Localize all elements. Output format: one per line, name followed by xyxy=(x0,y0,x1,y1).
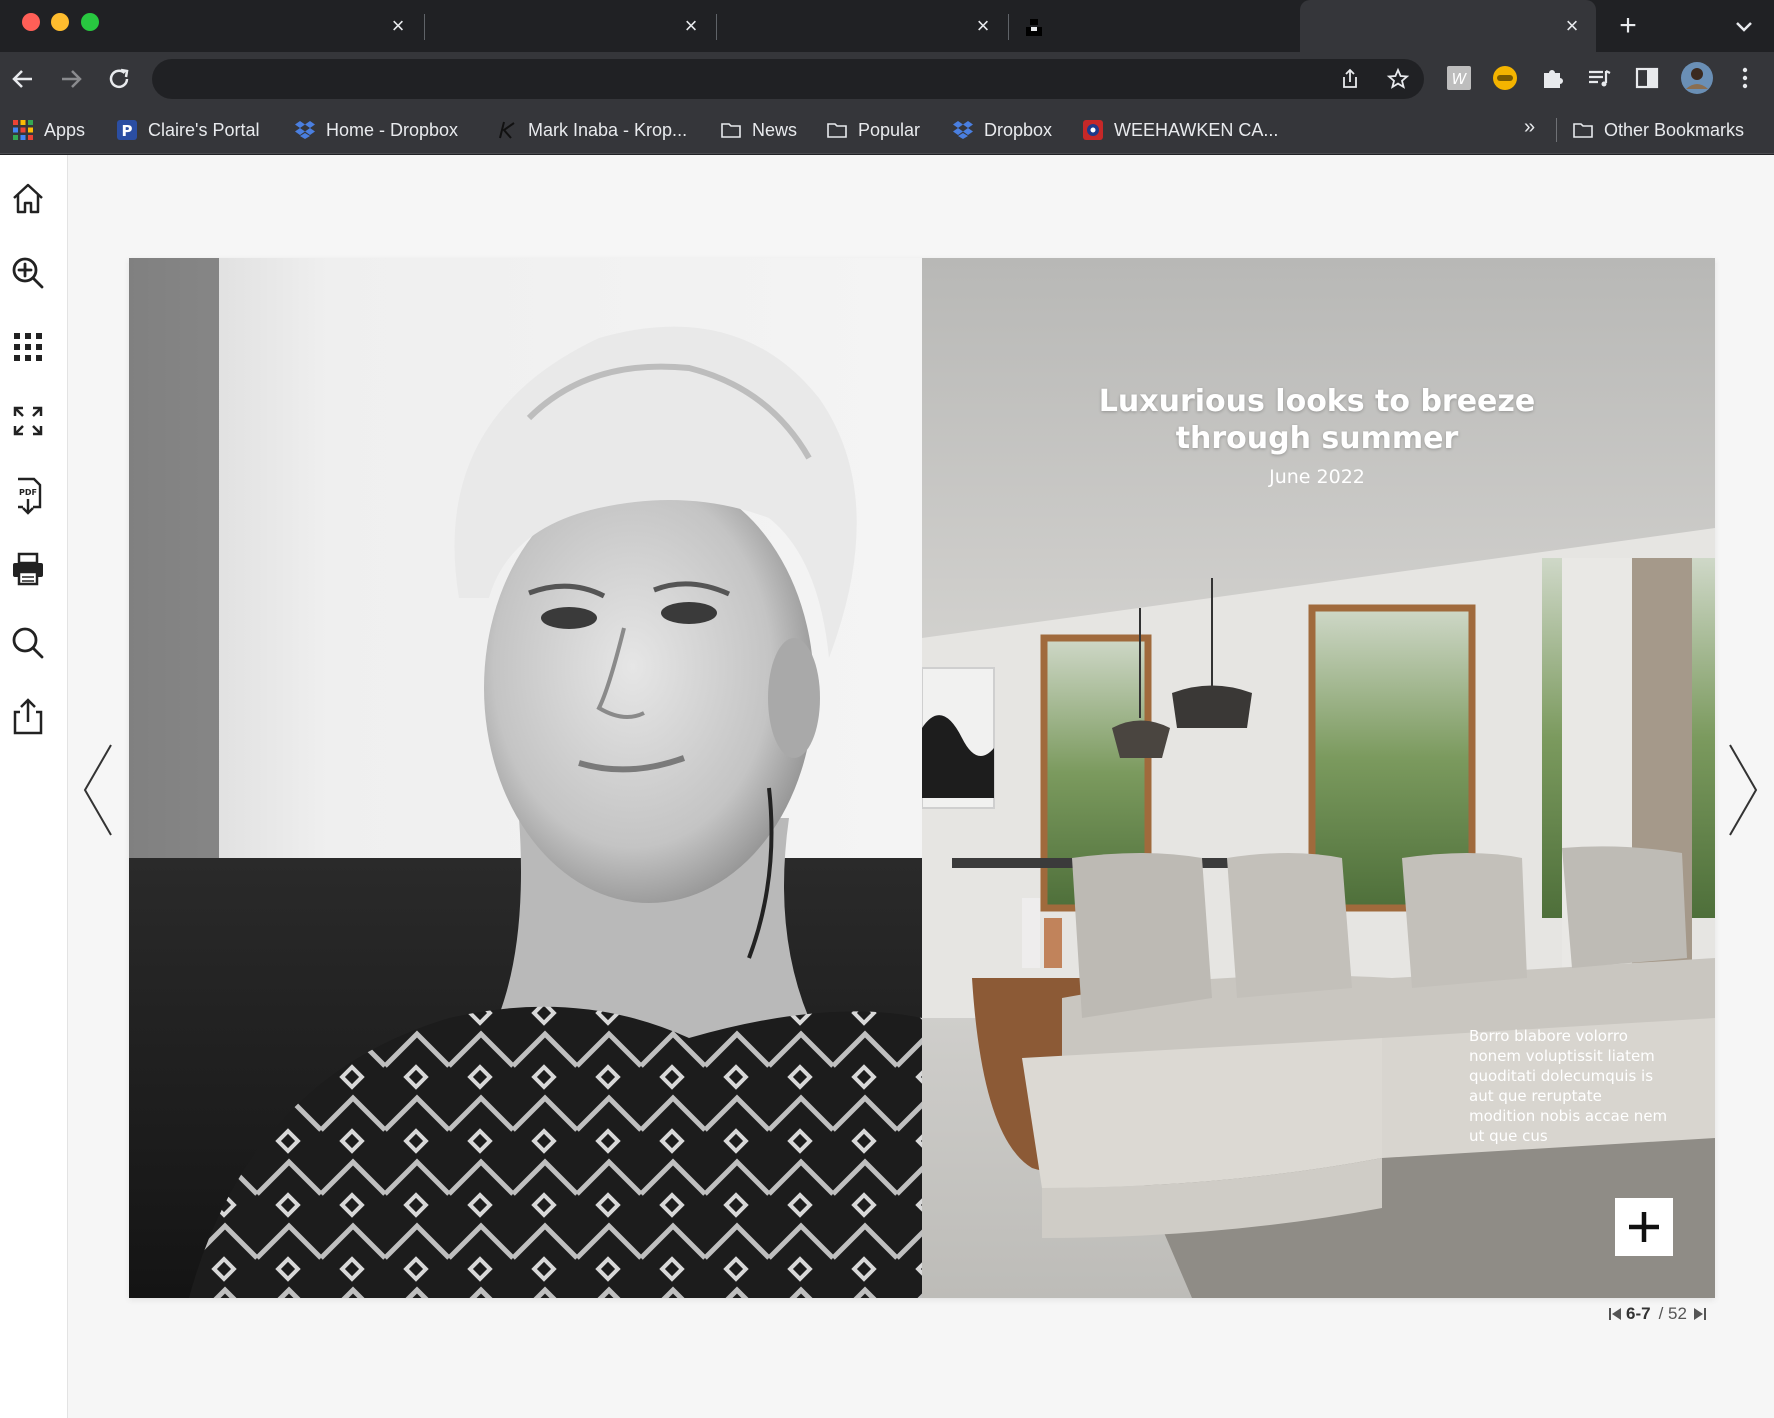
maximize-window-button[interactable] xyxy=(81,13,99,31)
side-panel-icon[interactable] xyxy=(1632,63,1662,93)
page-7-interior[interactable]: Luxurious looks to breeze through summer… xyxy=(922,258,1715,1298)
tab-close-icon[interactable]: × xyxy=(971,14,995,38)
current-pages: 6-7 xyxy=(1626,1304,1651,1323)
expand-plus-button[interactable] xyxy=(1615,1198,1673,1256)
bookmark-home-dropbox[interactable]: Home - Dropbox xyxy=(294,117,458,143)
home-button[interactable] xyxy=(6,177,50,221)
bookmark-label: Home - Dropbox xyxy=(326,119,459,140)
reader-toolbar: PDF xyxy=(0,155,68,1418)
bookmarks-overflow-button[interactable]: » xyxy=(1524,116,1535,139)
folder-icon xyxy=(1573,123,1593,138)
bookmark-mark-inaba[interactable]: Mark Inaba - Krop... xyxy=(496,117,687,143)
flipbook-stage: Luxurious looks to breeze through summer… xyxy=(68,155,1774,1418)
bookmark-apps[interactable]: Apps xyxy=(12,117,85,143)
article-date: June 2022 xyxy=(1269,466,1365,488)
password-key-extension-icon[interactable] xyxy=(1490,63,1520,93)
bookmark-star-icon[interactable] xyxy=(1386,67,1410,91)
bookmark-label: WEEHAWKEN CA... xyxy=(1114,119,1279,140)
tab-5-active[interactable]: × xyxy=(1300,0,1596,52)
tab-close-icon[interactable]: × xyxy=(1560,14,1584,38)
page-6-portrait[interactable] xyxy=(129,258,922,1298)
search-button[interactable] xyxy=(6,621,50,665)
bookmark-popular[interactable]: Popular xyxy=(826,117,920,143)
page-spread[interactable]: Luxurious looks to breeze through summer… xyxy=(129,258,1715,1298)
home-icon xyxy=(13,183,43,214)
back-arrow-icon[interactable] xyxy=(6,62,40,96)
last-page-icon[interactable] xyxy=(1693,1306,1707,1322)
previous-page-arrow-icon[interactable] xyxy=(77,735,121,845)
plus-icon xyxy=(1629,1212,1659,1242)
tab-2[interactable]: × xyxy=(425,0,715,52)
share-icon xyxy=(13,698,43,735)
profile-avatar[interactable] xyxy=(1680,61,1714,95)
first-page-icon[interactable] xyxy=(1608,1306,1622,1322)
tab-close-icon[interactable]: × xyxy=(679,14,703,38)
fullscreen-button[interactable] xyxy=(6,399,50,443)
bookmark-label: Dropbox xyxy=(984,119,1053,140)
tab-4[interactable] xyxy=(1009,0,1299,52)
new-tab-button[interactable]: + xyxy=(1612,10,1644,42)
bookmark-claires-portal[interactable]: P Claire's Portal xyxy=(116,117,259,143)
fullscreen-icon xyxy=(13,406,43,436)
bookmark-other[interactable]: Other Bookmarks xyxy=(1572,117,1744,143)
more-menu-icon[interactable] xyxy=(1730,63,1760,93)
total-pages: / 52 xyxy=(1658,1304,1687,1323)
minimize-window-button[interactable] xyxy=(51,13,69,31)
bookmark-label: Other Bookmarks xyxy=(1604,119,1745,140)
tab-1[interactable]: × xyxy=(110,0,422,52)
share-page-icon[interactable] xyxy=(1338,67,1362,91)
bookmark-dropbox[interactable]: Dropbox xyxy=(952,117,1052,143)
search-icon xyxy=(12,627,44,659)
krop-icon xyxy=(499,121,515,139)
browser-chrome: × × × × + W Apps P Claire's Portal Home … xyxy=(0,0,1774,155)
zoom-in-button[interactable] xyxy=(6,251,50,295)
print-icon xyxy=(13,552,43,586)
svg-text:PDF: PDF xyxy=(19,488,37,497)
dropbox-icon xyxy=(953,121,973,139)
bookmarks-bar: Apps P Claire's Portal Home - Dropbox Ma… xyxy=(0,106,1774,154)
pdf-download-icon: PDF xyxy=(18,477,42,515)
reload-icon[interactable] xyxy=(102,62,136,96)
svg-text:W: W xyxy=(1452,70,1468,88)
media-queue-icon[interactable] xyxy=(1584,63,1614,93)
browser-toolbar: W xyxy=(0,52,1774,106)
thumbnails-button[interactable] xyxy=(6,325,50,369)
bookmark-label: Claire's Portal xyxy=(148,119,260,140)
next-page-arrow-icon[interactable] xyxy=(1720,735,1764,845)
portrait-photo xyxy=(129,258,922,1298)
bookmark-label: Apps xyxy=(44,119,86,140)
pdf-download-button[interactable]: PDF xyxy=(6,473,50,517)
share-button[interactable] xyxy=(6,695,50,739)
page-indicator: 6-7 / 52 xyxy=(1608,1303,1707,1325)
bookmark-label: Popular xyxy=(858,119,921,140)
tab-search-chevron-icon[interactable] xyxy=(1730,12,1758,40)
bookmark-weehawken[interactable]: WEEHAWKEN CA... xyxy=(1082,117,1278,143)
print-button[interactable] xyxy=(6,547,50,591)
article-body-text: Borro blabore volorro nonem voluptissit … xyxy=(1469,1027,1668,1145)
weehawken-icon xyxy=(1083,120,1103,140)
article-headline: Luxurious looks to breeze through summer xyxy=(1098,384,1536,456)
close-window-button[interactable] xyxy=(22,13,40,31)
word-extension-icon[interactable]: W xyxy=(1444,63,1474,93)
bookmarks-separator xyxy=(1556,118,1557,142)
dropbox-icon xyxy=(295,121,315,139)
apps-grid-icon xyxy=(13,120,33,140)
folder-icon xyxy=(721,123,741,138)
unsplash-icon xyxy=(1026,19,1042,36)
address-bar[interactable] xyxy=(152,59,1424,99)
extensions-puzzle-icon[interactable] xyxy=(1538,63,1568,93)
tab-close-icon[interactable]: × xyxy=(386,14,410,38)
zoom-in-icon xyxy=(12,257,44,289)
tab-strip: × × × × + xyxy=(0,0,1774,52)
svg-text:P: P xyxy=(122,122,133,140)
portal-icon: P xyxy=(117,120,137,140)
folder-icon xyxy=(827,123,847,138)
bookmark-label: News xyxy=(752,119,798,140)
tab-3[interactable]: × xyxy=(717,0,1007,52)
grid-icon xyxy=(14,333,42,361)
forward-arrow-icon[interactable] xyxy=(54,62,88,96)
bookmark-news[interactable]: News xyxy=(720,117,797,143)
bookmark-label: Mark Inaba - Krop... xyxy=(528,119,688,140)
